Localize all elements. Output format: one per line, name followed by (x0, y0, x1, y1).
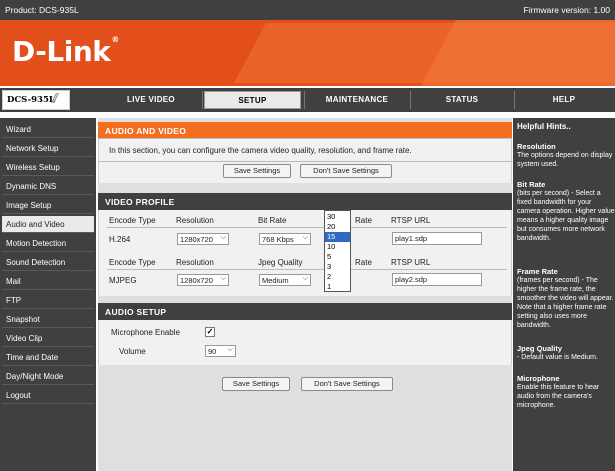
frame-rate-option[interactable]: 2 (325, 272, 350, 282)
resolution-select[interactable]: 1280x720 ⌵ (177, 274, 229, 286)
hint-jpeg-title: Jpeg Quality (517, 344, 563, 353)
tab-divider (202, 91, 203, 109)
bit-rate-select[interactable]: 768 Kbps ⌵ (259, 233, 311, 245)
sidebar-item-network-setup[interactable]: Network Setup (2, 140, 94, 157)
microphone-enable-label: Microphone Enable (111, 328, 180, 337)
sidebar-item-sound-detection[interactable]: Sound Detection (2, 254, 94, 271)
firmware-label: Firmware version: 1.00 (523, 5, 610, 15)
resolution-select[interactable]: 1280x720 ⌵ (177, 233, 229, 245)
hint-microphone-body: Enable this feature to hear audio from t… (517, 384, 600, 409)
sidebar-item-day-night-mode[interactable]: Day/Night Mode (2, 368, 94, 385)
top-nav: DCS-935L // LIVE VIDEO SETUP MAINTENANCE… (0, 88, 615, 112)
sidebar-item-wizard[interactable]: Wizard (2, 121, 94, 138)
audio-video-body: In this section, you can configure the c… (98, 139, 512, 183)
frame-rate-option[interactable]: 3 (325, 262, 350, 272)
volume-label: Volume (119, 347, 146, 356)
tab-maintenance[interactable]: MAINTENANCE (306, 91, 408, 109)
tab-divider (514, 91, 515, 109)
dont-save-button[interactable]: Don't Save Settings (301, 377, 393, 391)
encode-type-header: Encode Type (109, 258, 156, 267)
divider (107, 269, 507, 270)
resolution-header: Resolution (176, 258, 214, 267)
save-button[interactable]: Save Settings (222, 377, 290, 391)
dlink-logo: D-Link® (12, 35, 119, 68)
chevron-down-icon: ⌵ (302, 275, 308, 282)
helpful-hints-panel: Helpful Hints.. Resolution The options d… (513, 118, 615, 471)
main-content: AUDIO AND VIDEO In this section, you can… (98, 118, 512, 471)
divider (107, 227, 507, 228)
sidebar-item-image-setup[interactable]: Image Setup (2, 197, 94, 214)
top-bar: Product: DCS-935L Firmware version: 1.00 (0, 0, 615, 20)
divider (99, 161, 511, 162)
frame-rate-header: Rate (355, 258, 372, 267)
sidebar: Wizard Network Setup Wireless Setup Dyna… (0, 118, 96, 471)
sidebar-item-ftp[interactable]: FTP (2, 292, 94, 309)
sidebar-item-video-clip[interactable]: Video Clip (2, 330, 94, 347)
sidebar-item-snapshot[interactable]: Snapshot (2, 311, 94, 328)
microphone-enable-checkbox[interactable]: ✓ (205, 327, 215, 337)
rtsp-url-header: RTSP URL (391, 258, 431, 267)
tab-divider (304, 91, 305, 109)
slash-decoration: // (52, 90, 58, 106)
page: Product: DCS-935L Firmware version: 1.00… (0, 0, 615, 471)
frame-rate-option[interactable]: 10 (325, 242, 350, 252)
rtsp-url-input[interactable]: play2.sdp (392, 273, 482, 286)
sidebar-item-logout[interactable]: Logout (2, 387, 94, 404)
jpeg-quality-header: Jpeg Quality (258, 258, 303, 267)
rtsp-url-input[interactable]: play1.sdp (392, 232, 482, 245)
volume-select[interactable]: 90 ⌵ (205, 345, 236, 357)
sidebar-item-audio-and-video[interactable]: Audio and Video (2, 216, 94, 233)
resolution-header: Resolution (176, 216, 214, 225)
video-profile-header: VIDEO PROFILE (98, 193, 512, 210)
frame-rate-header: Rate (355, 216, 372, 225)
frame-rate-option[interactable]: 1 (325, 282, 350, 292)
jpeg-quality-select[interactable]: Medium ⌵ (259, 274, 311, 286)
video-profile-body: Encode Type Resolution Bit Rate Rate RTS… (98, 210, 512, 296)
chevron-down-icon: ⌵ (227, 346, 233, 353)
hint-framerate-title: Frame Rate (517, 267, 558, 276)
encode-type-value: H.264 (109, 235, 131, 244)
encode-type-header: Encode Type (109, 216, 156, 225)
sidebar-item-mail[interactable]: Mail (2, 273, 94, 290)
tab-setup[interactable]: SETUP (204, 91, 301, 109)
hint-framerate-body: (frames per second) - The higher the fra… (517, 277, 614, 329)
frame-rate-dropdown-list[interactable]: 30 20 15 10 5 3 2 1 (324, 210, 351, 292)
chevron-down-icon: ⌵ (220, 234, 226, 241)
hint-bitrate-body: (bits per second) - Select a fixed bandw… (517, 190, 615, 242)
save-button[interactable]: Save Settings (223, 164, 291, 178)
audio-video-description: In this section, you can configure the c… (109, 146, 412, 155)
rtsp-url-header: RTSP URL (391, 216, 431, 225)
frame-rate-option[interactable]: 5 (325, 252, 350, 262)
dont-save-button[interactable]: Don't Save Settings (300, 164, 392, 178)
sidebar-item-motion-detection[interactable]: Motion Detection (2, 235, 94, 252)
bit-rate-header: Bit Rate (258, 216, 287, 225)
product-label: Product: DCS-935L (5, 5, 79, 15)
brand-header: D-Link® (0, 20, 615, 86)
sidebar-item-time-and-date[interactable]: Time and Date (2, 349, 94, 366)
sidebar-item-dynamic-dns[interactable]: Dynamic DNS (2, 178, 94, 195)
audio-setup-body: Microphone Enable ✓ Volume 90 ⌵ (98, 320, 512, 365)
frame-rate-option-selected[interactable]: 15 (325, 232, 350, 242)
frame-rate-option[interactable]: 30 (325, 212, 350, 222)
frame-rate-option[interactable]: 20 (325, 222, 350, 232)
tab-divider (410, 91, 411, 109)
hint-microphone-title: Microphone (517, 374, 560, 383)
tab-status[interactable]: STATUS (412, 91, 512, 109)
chevron-down-icon: ⌵ (220, 275, 226, 282)
encode-type-value: MJPEG (109, 276, 137, 285)
hint-resolution-title: Resolution (517, 142, 556, 151)
hint-resolution-body: The options depend on display system use… (517, 152, 613, 168)
hints-title: Helpful Hints.. (517, 122, 571, 131)
chevron-down-icon: ⌵ (302, 234, 308, 241)
model-badge: DCS-935L (2, 90, 70, 110)
sidebar-item-wireless-setup[interactable]: Wireless Setup (2, 159, 94, 176)
tab-live-video[interactable]: LIVE VIDEO (101, 91, 201, 109)
hint-jpeg-body: - Default value is Medium. (517, 354, 598, 361)
tab-help[interactable]: HELP (516, 91, 612, 109)
audio-video-header: AUDIO AND VIDEO (98, 122, 512, 139)
audio-setup-header: AUDIO SETUP (98, 303, 512, 320)
hint-bitrate-title: Bit Rate (517, 180, 546, 189)
